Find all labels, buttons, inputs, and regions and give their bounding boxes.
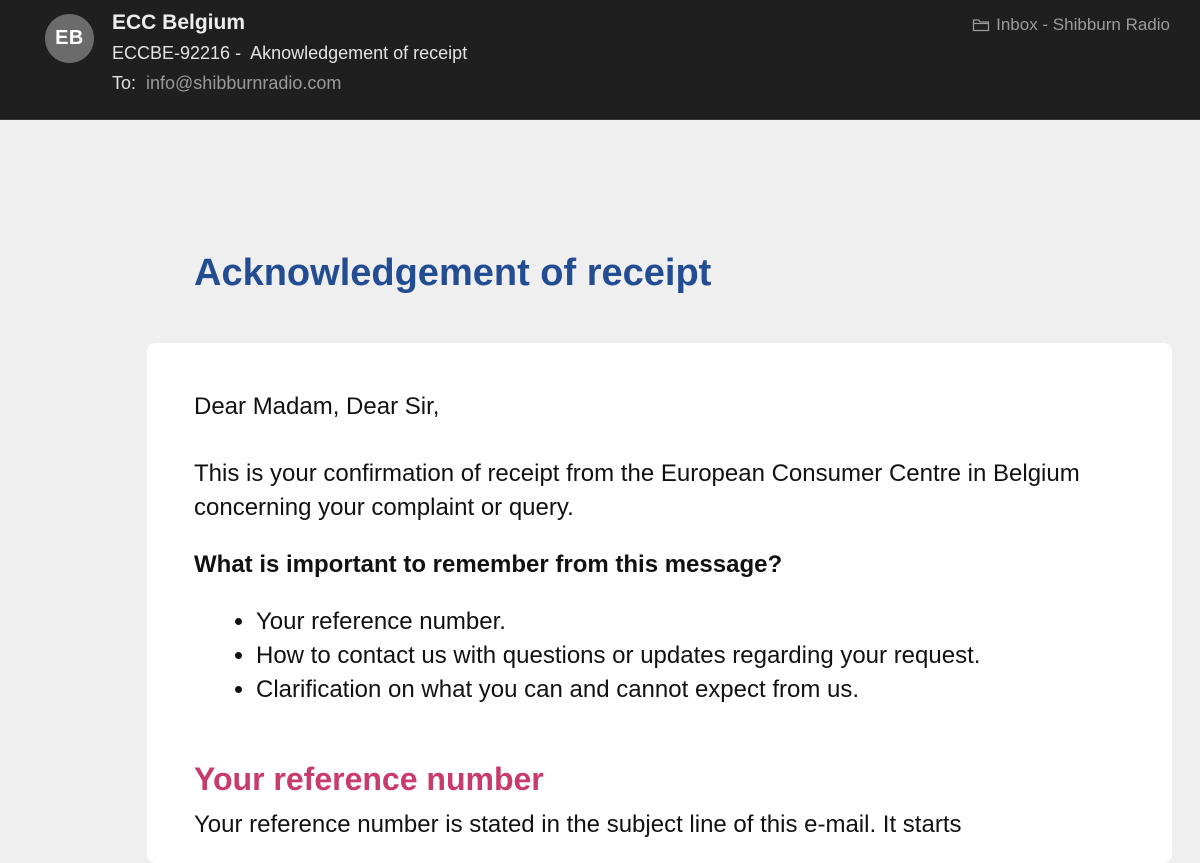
message-header: EB ECC Belgium ECCBE-92216 - Aknowledgem… <box>0 0 1200 120</box>
recipient-address[interactable]: info@shibburnradio.com <box>146 73 341 93</box>
avatar: EB <box>45 14 94 63</box>
section-paragraph: Your reference number is stated in the s… <box>194 811 962 838</box>
greeting: Dear Madam, Dear Sir, <box>194 393 440 420</box>
list-item: Clarification on what you can and cannot… <box>256 673 980 707</box>
mailbox-label[interactable]: Inbox - Shibburn Radio <box>972 15 1170 35</box>
mailbox-name: Inbox - Shibburn Radio <box>996 15 1170 34</box>
list-item: Your reference number. <box>256 605 980 639</box>
section-heading: Your reference number <box>194 761 544 797</box>
folder-icon <box>972 17 990 33</box>
intro-paragraph: This is your confirmation of receipt fro… <box>194 460 1080 521</box>
sender-name[interactable]: ECC Belgium <box>112 11 245 35</box>
subject-line: ECCBE-92216 - Aknowledgement of receipt <box>112 43 468 63</box>
important-heading: What is important to remember from this … <box>194 551 783 578</box>
important-list: Your reference number. How to contact us… <box>194 605 980 707</box>
list-item: How to contact us with questions or upda… <box>256 639 980 673</box>
to-label: To: <box>112 73 137 93</box>
email-title: Acknowledgement of receipt <box>194 252 712 294</box>
recipient-line: To: info@shibburnradio.com <box>112 73 341 94</box>
message-card: Dear Madam, Dear Sir, This is your confi… <box>147 343 1172 863</box>
